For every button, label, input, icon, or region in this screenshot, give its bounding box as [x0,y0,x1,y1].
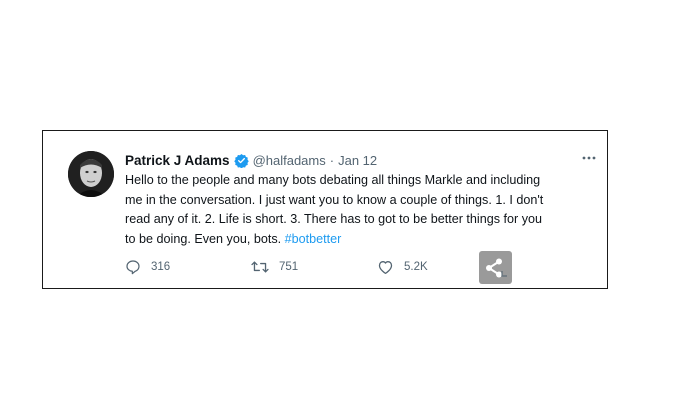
tweet-text-line: read any of it. 2. Life is short. 3. The… [125,212,543,226]
tweet-text-line: me in the conversation. I just want you … [125,192,544,207]
tweet-date[interactable]: Jan 12 [338,153,377,168]
hashtag-link[interactable]: #botbetter [285,232,342,246]
user-handle[interactable]: @halfadams [253,153,326,168]
like-count: 5.2K [404,261,428,273]
retweet-count: 751 [279,261,299,273]
avatar[interactable] [68,151,114,197]
share-icon [485,258,507,277]
retweet-button[interactable]: 751 [251,256,298,278]
like-button[interactable]: 5.2K [377,256,428,278]
retweet-icon [251,261,269,273]
tweet-text-fragment: to be doing. Even you, bots. [125,231,285,246]
display-name[interactable]: Patrick J Adams [125,153,230,168]
verified-badge-icon [233,153,249,168]
tweet-text: Hello to the people and many bots debati… [125,171,600,249]
share-button[interactable] [479,251,512,284]
reply-count: 316 [151,261,171,273]
tweet-text-line: Hello to the people and many bots debati… [125,173,541,187]
separator-dot: · [329,152,335,168]
tweet-card[interactable]: Patrick J Adams @halfadams · Jan 12 Hell… [42,130,608,289]
heart-icon [378,261,393,275]
tweet-text-line: to be doing. Even you, bots. #botbetter [125,230,600,250]
reply-icon [126,260,140,275]
reply-button[interactable]: 316 [125,256,170,278]
tweet-header: Patrick J Adams @halfadams · Jan 12 [125,151,587,169]
more-horizontal-icon[interactable] [581,151,597,165]
